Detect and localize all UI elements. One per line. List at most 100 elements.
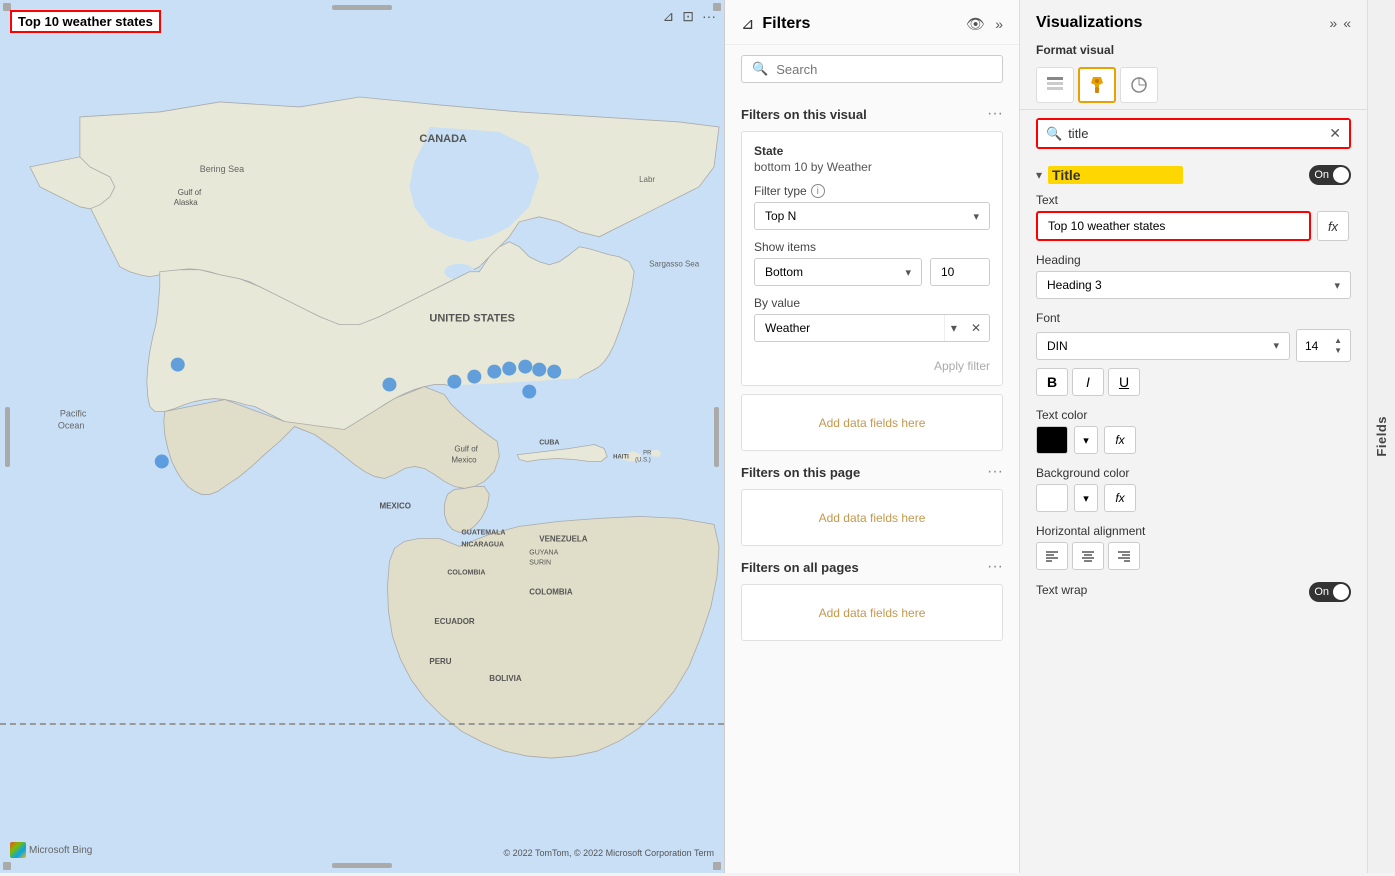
map-resize-handle-bottom[interactable] — [332, 863, 392, 868]
viz-search-inner: 🔍 ✕ — [1038, 120, 1349, 147]
viz-collapse-icon[interactable]: « — [1343, 15, 1351, 31]
eye-icon[interactable]: 👁 — [966, 15, 985, 33]
filter-type-select[interactable]: Top N ▾ — [754, 202, 990, 230]
title-font-select[interactable]: DIN ▾ — [1036, 332, 1290, 360]
viz-panel: Visualizations » « Format visual — [1020, 0, 1367, 873]
viz-expand-icon[interactable]: » — [1329, 15, 1337, 31]
show-items-direction-select[interactable]: Bottom ▾ — [754, 258, 922, 286]
focus-icon[interactable]: ⊡ — [682, 8, 694, 25]
text-color-prop: Text color ▾ fx — [1036, 408, 1351, 454]
filter-type-info[interactable]: i — [811, 184, 825, 198]
svg-text:GUYANA: GUYANA — [529, 549, 558, 556]
viz-body: 🔍 ✕ ▾ Title On Text fx — [1020, 110, 1367, 873]
filter-type-row: Filter type i Top N ▾ — [754, 184, 990, 230]
h-align-label: Horizontal alignment — [1036, 524, 1351, 538]
show-items-chevron: ▾ — [905, 266, 911, 279]
by-value-clear[interactable]: ✕ — [963, 315, 989, 341]
italic-button[interactable]: I — [1072, 368, 1104, 396]
text-color-chevron[interactable]: ▾ — [1074, 426, 1098, 454]
filters-search-input[interactable] — [776, 62, 992, 77]
map-resize-handle-left[interactable] — [5, 407, 10, 467]
add-fields-page-card[interactable]: Add data fields here — [741, 489, 1003, 546]
bg-color-fx-button[interactable]: fx — [1104, 484, 1136, 512]
apply-filter-row: Apply filter — [754, 352, 990, 373]
title-heading-select[interactable]: Heading 3 ▾ — [1036, 271, 1351, 299]
title-section-header[interactable]: ▾ Title On — [1036, 157, 1351, 193]
filter-icon[interactable]: ⊿ — [663, 8, 675, 25]
svg-text:BOLIVIA: BOLIVIA — [489, 674, 522, 683]
format-visual-label: Format visual — [1036, 43, 1114, 57]
bg-color-prop: Background color ▾ fx — [1036, 466, 1351, 512]
text-wrap-toggle[interactable]: On — [1309, 582, 1351, 602]
align-center-button[interactable] — [1072, 542, 1104, 570]
filters-panel: ⊿ Filters 👁 » 🔍 Filters on this visual ·… — [725, 0, 1020, 873]
underline-button[interactable]: U — [1108, 368, 1140, 396]
add-fields-all-card[interactable]: Add data fields here — [741, 584, 1003, 641]
filters-icons: 👁 » — [966, 15, 1003, 33]
filters-page-more-icon[interactable]: ··· — [987, 463, 1003, 481]
filters-visual-more-icon[interactable]: ··· — [987, 105, 1003, 123]
title-section: ▾ Title On Text fx Heading — [1020, 157, 1367, 602]
format-visual-label-row: Format visual — [1020, 42, 1367, 61]
viz-header-icons: » « — [1329, 15, 1351, 31]
apply-filter-button[interactable]: Apply filter — [934, 359, 990, 373]
filter-card-state-subtitle: bottom 10 by Weather — [754, 160, 990, 174]
by-value-chevron[interactable]: ▾ — [944, 315, 963, 341]
fields-label[interactable]: Fields — [1374, 416, 1389, 457]
filter-card-state-title: State — [754, 144, 990, 158]
more-options-icon[interactable]: ··· — [702, 8, 716, 25]
filters-all-more-icon[interactable]: ··· — [987, 558, 1003, 576]
title-heading-chevron: ▾ — [1334, 279, 1340, 292]
align-left-button[interactable] — [1036, 542, 1068, 570]
svg-text:CANADA: CANADA — [419, 133, 467, 145]
svg-text:Sargasso Sea: Sargasso Sea — [649, 260, 700, 269]
svg-text:Alaska: Alaska — [174, 198, 198, 207]
text-color-fx-button[interactable]: fx — [1104, 426, 1136, 454]
svg-text:ECUADOR: ECUADOR — [434, 617, 475, 626]
svg-text:Labr: Labr — [639, 175, 655, 184]
font-size-down[interactable]: ▼ — [1334, 346, 1342, 355]
by-value-select[interactable]: Weather ▾ ✕ — [754, 314, 990, 342]
chevron-right-icon[interactable]: » — [995, 16, 1003, 32]
title-text-label: Text — [1036, 193, 1351, 207]
add-fields-visual-card[interactable]: Add data fields here — [741, 394, 1003, 451]
fields-sidebar[interactable]: Fields — [1367, 0, 1395, 873]
title-font-label: Font — [1036, 311, 1351, 325]
title-toggle[interactable]: On — [1309, 165, 1351, 185]
title-font-prop: Font DIN ▾ 14 ▲ ▼ B — [1036, 311, 1351, 396]
map-resize-corner-bl[interactable] — [3, 862, 11, 870]
format-tab-table[interactable] — [1036, 67, 1074, 103]
filters-header: ⊿ Filters 👁 » — [725, 0, 1019, 45]
viz-header: Visualizations » « — [1020, 0, 1367, 42]
map-resize-handle-top[interactable] — [332, 5, 392, 10]
title-text-input-row: fx — [1036, 211, 1351, 241]
title-text-input[interactable] — [1036, 211, 1311, 241]
format-tab-analytics[interactable] — [1120, 67, 1158, 103]
title-font-size-input[interactable]: 14 ▲ ▼ — [1296, 329, 1351, 362]
viz-search-clear-icon[interactable]: ✕ — [1329, 125, 1341, 142]
svg-text:COLOMBIA: COLOMBIA — [529, 587, 573, 596]
align-right-button[interactable] — [1108, 542, 1140, 570]
map-resize-corner-br[interactable] — [713, 862, 721, 870]
format-tab-paint[interactable] — [1078, 67, 1116, 103]
svg-text:Gulf of: Gulf of — [454, 444, 478, 453]
by-value-label: By value — [754, 296, 990, 310]
bold-button[interactable]: B — [1036, 368, 1068, 396]
show-items-row: Show items Bottom ▾ — [754, 240, 990, 286]
svg-text:PERU: PERU — [429, 657, 451, 666]
show-items-count-input[interactable] — [930, 258, 990, 286]
bg-color-chevron[interactable]: ▾ — [1074, 484, 1098, 512]
viz-search-input[interactable] — [1068, 126, 1323, 141]
title-text-fx-button[interactable]: fx — [1317, 211, 1349, 241]
svg-text:NICARAGUA: NICARAGUA — [461, 541, 504, 548]
bg-color-swatch[interactable] — [1036, 484, 1068, 512]
text-wrap-toggle-label: On — [1314, 586, 1329, 598]
svg-text:Pacific: Pacific — [60, 409, 87, 419]
filters-page-section-title: Filters on this page — [741, 465, 860, 480]
filter-type-chevron: ▾ — [973, 210, 979, 223]
font-size-up[interactable]: ▲ — [1334, 336, 1342, 345]
map-resize-handle-right[interactable] — [714, 407, 719, 467]
filters-search-box[interactable]: 🔍 — [741, 55, 1003, 83]
text-color-swatch[interactable] — [1036, 426, 1068, 454]
viz-title: Visualizations — [1036, 14, 1321, 32]
